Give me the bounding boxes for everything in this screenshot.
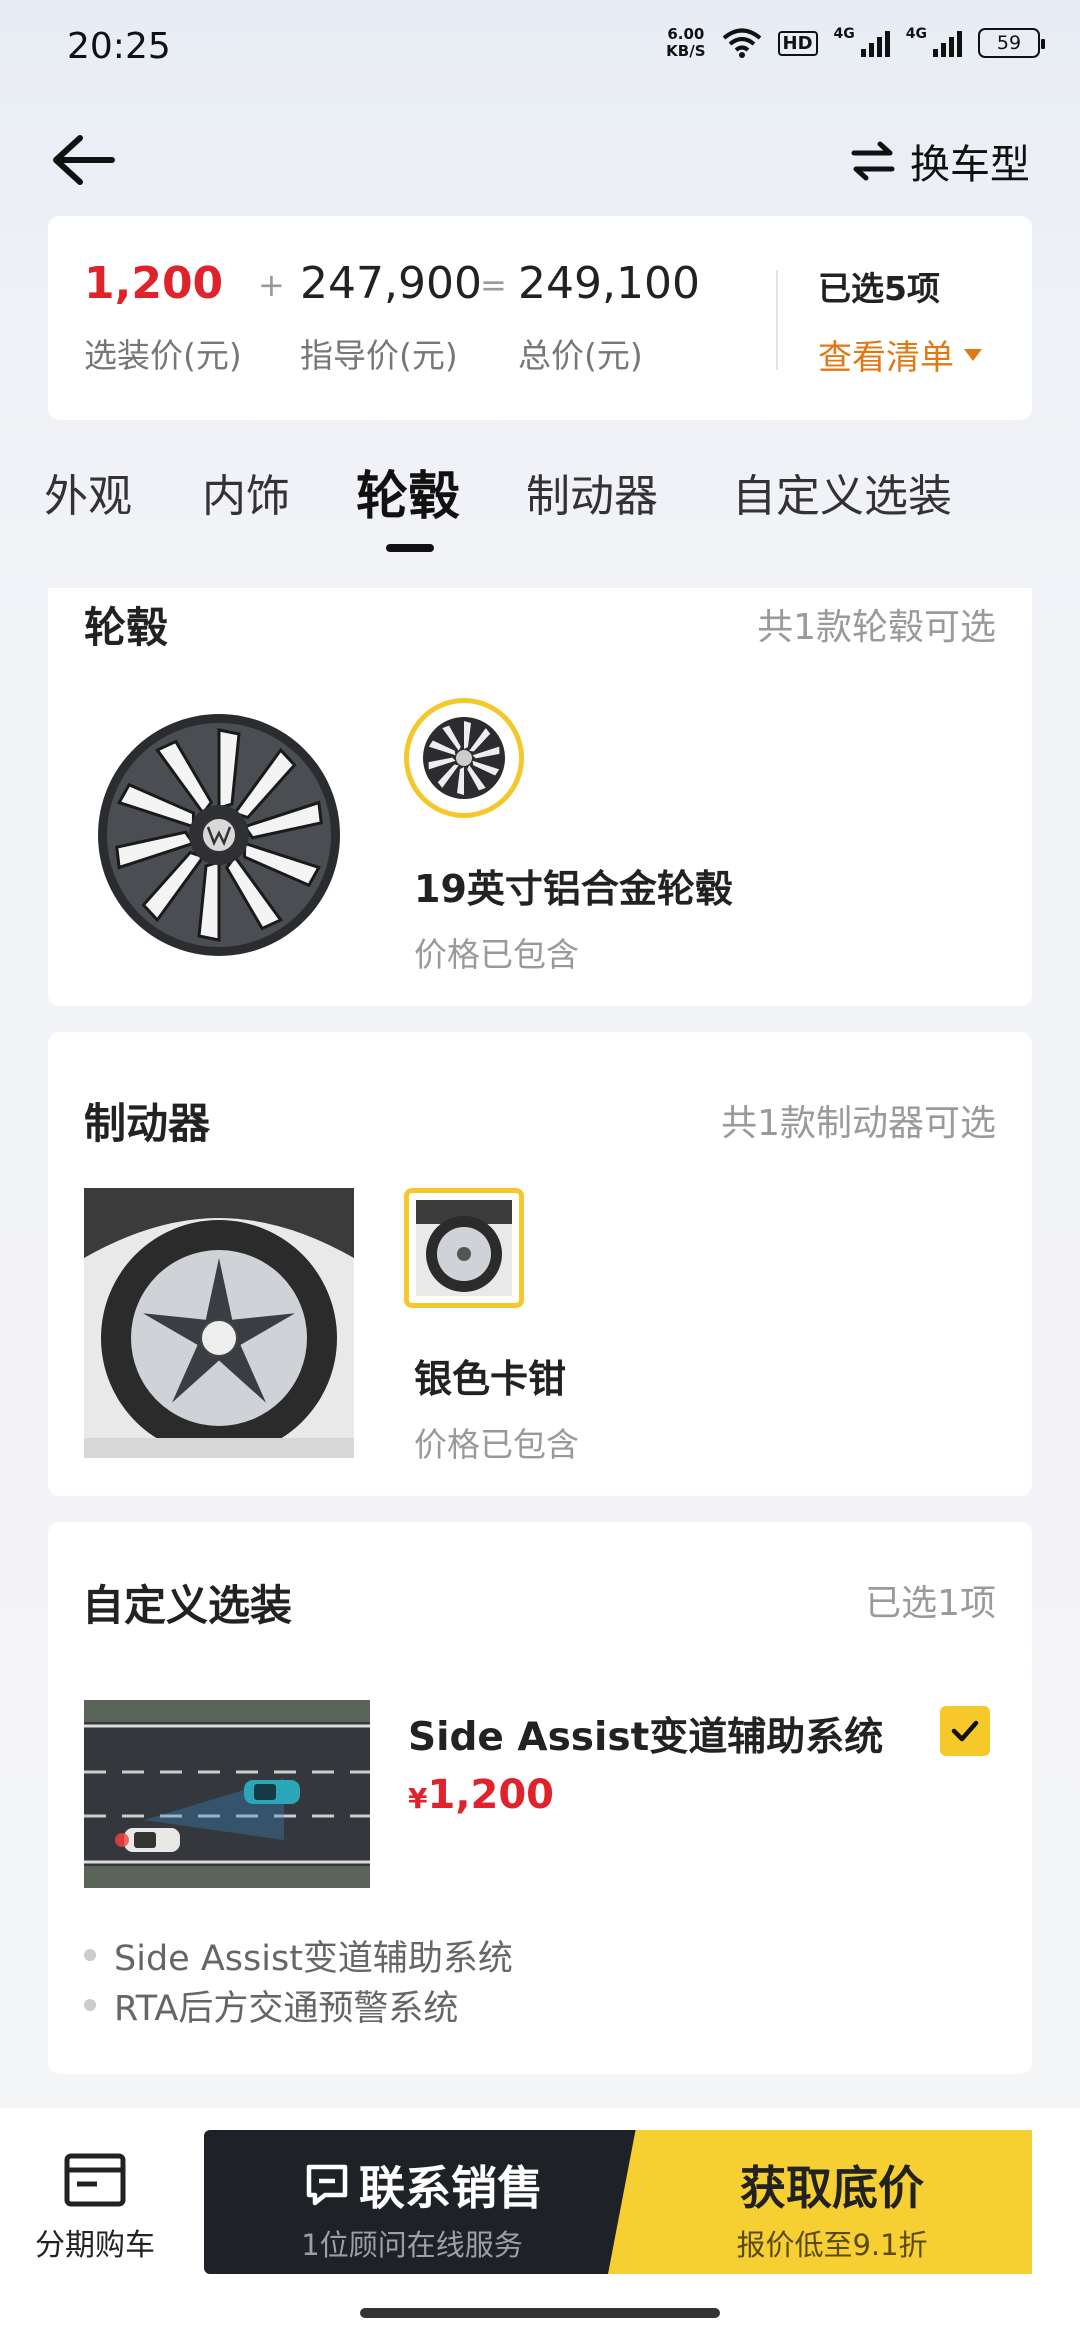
signal-icon-2 — [933, 29, 962, 57]
caret-down-icon — [964, 348, 982, 361]
divider — [776, 270, 778, 370]
list-item: Side Assist变道辅助系统 — [84, 1930, 513, 1980]
equals-sign: = — [480, 266, 507, 304]
chat-icon — [306, 2164, 348, 2206]
brake-section-meta: 共1款制动器可选 — [721, 1103, 996, 1144]
side-assist-price: ¥1,200 — [408, 1772, 554, 1818]
side-assist-checkbox[interactable] — [940, 1706, 990, 1756]
category-tabs: 外观 内饰 轮毂 制动器 自定义选装 — [0, 460, 1080, 560]
option-price-label: 选装价(元) — [84, 336, 242, 375]
brake-section-title: 制动器 — [84, 1099, 211, 1148]
tab-custom-options[interactable]: 自定义选装 — [732, 460, 952, 524]
total-price-value: 249,100 — [518, 258, 700, 309]
active-tab-indicator — [386, 544, 434, 552]
feature-text: Side Assist变道辅助系统 — [114, 1938, 513, 1979]
wheel-section: 轮毂 共1款轮毂可选 19英寸铝合金轮毂 价格已包含 — [48, 588, 1032, 1006]
custom-section-title: 自定义选装 — [82, 1581, 293, 1630]
price-summary-card: 1,200 选装价(元) + 247,900 指导价(元) = 249,100 … — [48, 216, 1032, 420]
guide-price-value: 247,900 — [300, 258, 482, 309]
brake-option-price: 价格已包含 — [414, 1425, 579, 1464]
side-assist-image — [84, 1700, 370, 1888]
selected-count: 已选5项 — [818, 269, 940, 308]
status-bar: 20:25 6.00 KB/S HD 4G 4G 59 — [0, 0, 1080, 96]
brake-option-name: 银色卡钳 — [414, 1357, 567, 1401]
side-assist-price-value: 1,200 — [427, 1772, 555, 1818]
change-model-label: 换车型 — [910, 142, 1030, 188]
home-indicator[interactable] — [360, 2308, 720, 2318]
check-icon — [951, 1720, 979, 1742]
tab-interior[interactable]: 内饰 — [202, 460, 290, 524]
get-lowest-price-button[interactable]: 获取底价 报价低至9.1折 — [608, 2130, 1032, 2274]
wifi-icon — [722, 28, 761, 58]
wheel-image — [98, 714, 340, 956]
net-speed-unit: KB/S — [666, 42, 706, 60]
brake-section: 制动器 共1款制动器可选 银色卡钳 价格已包含 — [48, 1032, 1032, 1496]
signal2-label: 4G — [905, 26, 927, 42]
wheel-thumb-icon — [423, 717, 505, 799]
currency-symbol: ¥ — [408, 1782, 428, 1815]
custom-options-section: 自定义选装 已选1项 Side Assist变道辅助系统 ¥1,200 Side… — [48, 1522, 1032, 2074]
tab-brakes[interactable]: 制动器 — [526, 460, 658, 524]
signal1-label: 4G — [833, 26, 855, 42]
contact-sales-button[interactable]: 联系销售 1位顾问在线服务 — [204, 2130, 644, 2274]
brake-thumb-icon — [416, 1200, 512, 1296]
status-time: 20:25 — [67, 26, 171, 67]
view-list-label: 查看清单 — [818, 338, 954, 378]
bullet-icon — [84, 1949, 96, 1961]
wheel-option-name: 19英寸铝合金轮毂 — [414, 867, 733, 911]
view-list-button[interactable]: 查看清单 — [818, 330, 982, 379]
custom-section-meta: 已选1项 — [865, 1583, 996, 1624]
status-icons: 6.00 KB/S HD 4G 4G 59 — [666, 26, 1045, 60]
contact-sales-sub: 1位顾问在线服务 — [301, 2228, 523, 2262]
arrow-left-icon — [53, 135, 115, 185]
get-lowest-price-label: 获取底价 — [740, 2161, 924, 2215]
get-lowest-price-sub: 报价低至9.1折 — [736, 2228, 928, 2262]
contact-sales-label: 联系销售 — [359, 2161, 543, 2215]
option-price-block: 1,200 选装价(元) — [84, 258, 242, 377]
total-price-block: 249,100 总价(元) — [518, 258, 700, 377]
wheel-section-title: 轮毂 — [84, 603, 169, 652]
net-speed: 6.00 KB/S — [666, 26, 705, 60]
wheel-section-meta: 共1款轮毂可选 — [757, 607, 996, 648]
brake-option-thumb[interactable] — [404, 1188, 524, 1308]
wheel-option-price: 价格已包含 — [414, 935, 579, 974]
guide-price-label: 指导价(元) — [300, 336, 458, 375]
tab-exterior[interactable]: 外观 — [44, 460, 132, 524]
card-icon — [64, 2153, 126, 2207]
battery-icon: 59 — [978, 28, 1045, 58]
list-item: RTA后方交通预警系统 — [84, 1980, 513, 2030]
side-assist-name: Side Assist变道辅助系统 — [408, 1715, 884, 1760]
installment-label: 分期购车 — [35, 2228, 155, 2263]
guide-price-block: 247,900 指导价(元) — [300, 258, 482, 377]
tab-wheels[interactable]: 轮毂 — [356, 454, 460, 529]
net-speed-value: 6.00 — [667, 25, 705, 43]
back-button[interactable] — [48, 130, 120, 190]
signal-icon — [860, 29, 890, 57]
wheel-option-thumb[interactable] — [404, 698, 524, 818]
option-price-value: 1,200 — [84, 258, 224, 309]
change-model-button[interactable]: 换车型 — [850, 132, 1030, 190]
hd-badge: HD — [777, 30, 818, 56]
feature-list: Side Assist变道辅助系统 RTA后方交通预警系统 — [84, 1930, 513, 2030]
installment-button[interactable]: 分期购车 — [30, 2152, 160, 2264]
contact-sales-main: 联系销售 — [204, 2152, 644, 2218]
swap-icon — [851, 141, 895, 181]
bottom-action-bar: 分期购车 联系销售 1位顾问在线服务 获取底价 报价低至9.1折 — [0, 2108, 1080, 2340]
plus-sign: + — [258, 266, 285, 304]
bullet-icon — [84, 1999, 96, 2011]
total-price-label: 总价(元) — [518, 336, 643, 375]
brake-image — [84, 1188, 354, 1458]
feature-text: RTA后方交通预警系统 — [114, 1988, 459, 2029]
